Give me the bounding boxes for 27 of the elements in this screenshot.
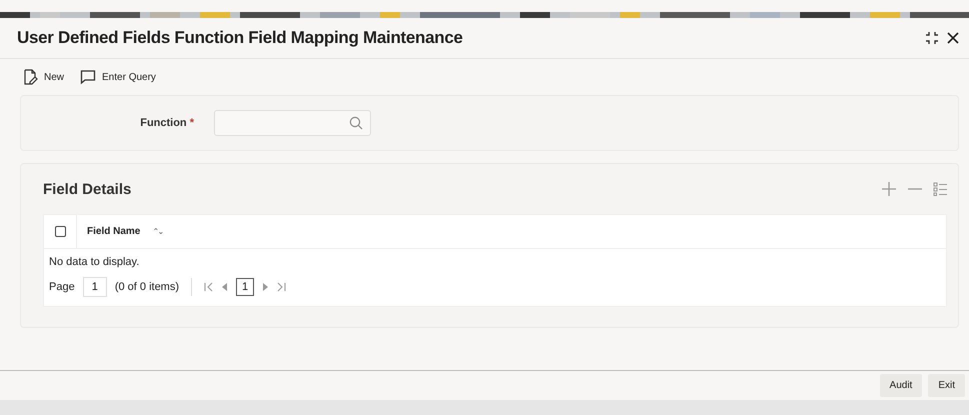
document-edit-icon bbox=[22, 69, 38, 85]
enter-query-button[interactable]: Enter Query bbox=[78, 67, 158, 87]
close-icon[interactable] bbox=[947, 32, 959, 44]
last-page-icon[interactable] bbox=[276, 282, 286, 292]
speech-bubble-icon bbox=[80, 69, 96, 85]
page-input[interactable]: 1 bbox=[82, 277, 107, 297]
sort-icon[interactable]: ⌃⌄ bbox=[152, 227, 162, 236]
add-icon[interactable] bbox=[881, 181, 897, 197]
next-page-icon[interactable] bbox=[262, 283, 268, 291]
column-header[interactable]: Field Name bbox=[87, 226, 140, 237]
previous-page-icon[interactable] bbox=[222, 283, 228, 291]
window-title: User Defined Fields Function Field Mapping Maintenance bbox=[17, 28, 463, 48]
first-page-icon[interactable] bbox=[204, 282, 214, 292]
audit-button[interactable]: Audit bbox=[880, 374, 922, 397]
collapse-icon[interactable] bbox=[925, 31, 939, 45]
item-count: (0 of 0 items) bbox=[114, 281, 180, 293]
list-icon[interactable] bbox=[933, 182, 948, 196]
search-icon[interactable] bbox=[349, 116, 363, 130]
new-button[interactable]: New bbox=[20, 67, 66, 87]
page-button[interactable]: 1 bbox=[236, 278, 254, 296]
section-title: Field Details bbox=[43, 180, 132, 198]
function-label: Function * bbox=[139, 117, 194, 129]
exit-button[interactable]: Exit bbox=[928, 374, 965, 397]
page-label: Page bbox=[49, 281, 75, 293]
select-all-checkbox[interactable] bbox=[54, 226, 66, 237]
function-field[interactable] bbox=[214, 110, 371, 136]
empty-message: No data to display. bbox=[48, 255, 140, 270]
